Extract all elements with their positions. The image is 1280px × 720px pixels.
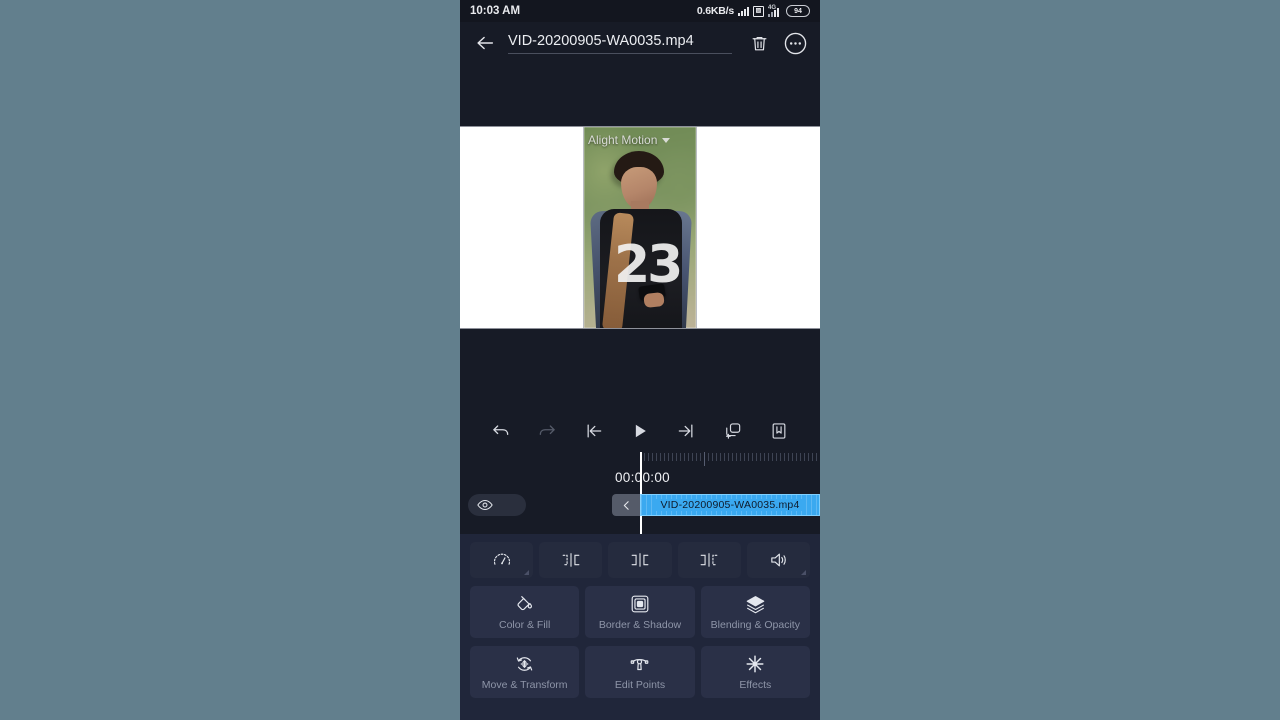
- layers-icon: [746, 596, 765, 614]
- app-header: VID-20200905-WA0035.mp4: [460, 22, 820, 64]
- split-left-tool[interactable]: [539, 542, 603, 578]
- card-label: Edit Points: [614, 679, 666, 691]
- preview-top-letterbox: [460, 64, 820, 126]
- video-frame[interactable]: 23 Alight Motion: [583, 127, 697, 328]
- paint-bucket-icon: [517, 596, 532, 611]
- edit-points-icon: [631, 659, 649, 671]
- timeline-clip-label: VID-20200905-WA0035.mp4: [656, 499, 804, 511]
- effect-card-row-1: Color & Fill Border & Shadow Blending & …: [470, 586, 810, 638]
- chevron-down-icon[interactable]: [662, 137, 671, 143]
- timecode-display: 00:00:00: [615, 470, 670, 485]
- eye-icon: [477, 499, 493, 511]
- effects-sparkle-icon: [746, 655, 764, 673]
- card-label: Border & Shadow: [598, 619, 682, 631]
- blending-and-opacity-card[interactable]: Blending & Opacity: [700, 586, 810, 638]
- add-layer-button[interactable]: [718, 416, 748, 446]
- border-and-shadow-card[interactable]: Border & Shadow: [585, 586, 695, 638]
- transport-toolbar: [460, 410, 820, 452]
- redo-button[interactable]: [532, 416, 562, 446]
- network-gen-label: 4G: [768, 4, 777, 11]
- track-collapse-button[interactable]: [612, 494, 640, 516]
- preview-bottom-letterbox: [460, 329, 820, 410]
- color-and-fill-card[interactable]: Color & Fill: [470, 586, 580, 638]
- card-label: Color & Fill: [498, 619, 551, 631]
- edit-points-card[interactable]: Edit Points: [585, 646, 695, 698]
- project-name-input[interactable]: VID-20200905-WA0035.mp4: [508, 33, 732, 54]
- screen-background: 10:03 AM 0.6KB/s ▨ 4G 94 VID-20200905-WA…: [0, 0, 1280, 720]
- video-still-image: 23: [584, 127, 696, 328]
- effect-card-row-2: Move & Transform Edit Points Effects: [470, 646, 810, 698]
- preview-canvas[interactable]: 23 Alight Motion: [460, 126, 820, 329]
- timeline[interactable]: 00:00:00 VID-20200905-WA0035.mp4: [460, 452, 820, 534]
- signal-bars-secondary-icon: 4G: [768, 4, 782, 17]
- status-bar: 10:03 AM 0.6KB/s ▨ 4G 94: [460, 0, 820, 22]
- header-actions: [746, 30, 808, 56]
- sim-card-icon: ▨: [753, 5, 764, 17]
- tool-button-row: [470, 542, 811, 578]
- phone-app-window: 10:03 AM 0.6KB/s ▨ 4G 94 VID-20200905-WA…: [460, 0, 820, 720]
- skip-to-end-button[interactable]: [671, 416, 701, 446]
- signal-bars-icon: [738, 6, 749, 16]
- effects-card[interactable]: Effects: [700, 646, 810, 698]
- status-bar-indicators: 0.6KB/s ▨ 4G 94: [697, 5, 810, 17]
- panel-bottom-fill: [460, 716, 820, 720]
- timeline-clip[interactable]: VID-20200905-WA0035.mp4: [640, 494, 820, 516]
- tool-expand-corner: [801, 570, 807, 575]
- move-transform-icon: [516, 657, 533, 671]
- card-label: Blending & Opacity: [710, 619, 800, 631]
- skip-to-start-button[interactable]: [579, 416, 609, 446]
- speedometer-icon: [493, 553, 510, 565]
- trim-right-icon: [700, 553, 718, 567]
- card-label: Move & Transform: [481, 679, 568, 691]
- split-icon: [631, 553, 649, 567]
- timeline-track-row: VID-20200905-WA0035.mp4: [460, 494, 820, 516]
- back-arrow-icon[interactable]: [472, 30, 498, 56]
- tool-expand-corner: [524, 570, 530, 575]
- trash-icon[interactable]: [746, 30, 772, 56]
- watermark[interactable]: Alight Motion: [588, 133, 671, 147]
- play-button[interactable]: [625, 416, 655, 446]
- volume-icon: [771, 553, 786, 567]
- chevron-left-icon: [623, 500, 629, 510]
- move-and-transform-card[interactable]: Move & Transform: [470, 646, 580, 698]
- timeline-ruler[interactable]: [640, 452, 820, 466]
- card-label: Effects: [739, 679, 772, 691]
- more-options-icon[interactable]: [782, 30, 808, 56]
- bookmark-button[interactable]: [764, 416, 794, 446]
- layer-visibility-toggle[interactable]: [468, 494, 526, 516]
- split-right-tool[interactable]: [677, 542, 741, 578]
- status-bar-time: 10:03 AM: [470, 5, 521, 17]
- speed-tool[interactable]: [470, 542, 534, 578]
- tool-panel: Color & Fill Border & Shadow Blending & …: [460, 534, 820, 716]
- trim-left-icon: [562, 553, 580, 567]
- watermark-label: Alight Motion: [588, 133, 658, 147]
- playhead[interactable]: [640, 452, 642, 534]
- network-speed-label: 0.6KB/s: [696, 5, 734, 17]
- undo-button[interactable]: [486, 416, 516, 446]
- border-shadow-icon: [631, 595, 649, 613]
- volume-tool[interactable]: [746, 542, 811, 578]
- battery-indicator: 94: [786, 5, 810, 17]
- split-tool[interactable]: [608, 542, 672, 578]
